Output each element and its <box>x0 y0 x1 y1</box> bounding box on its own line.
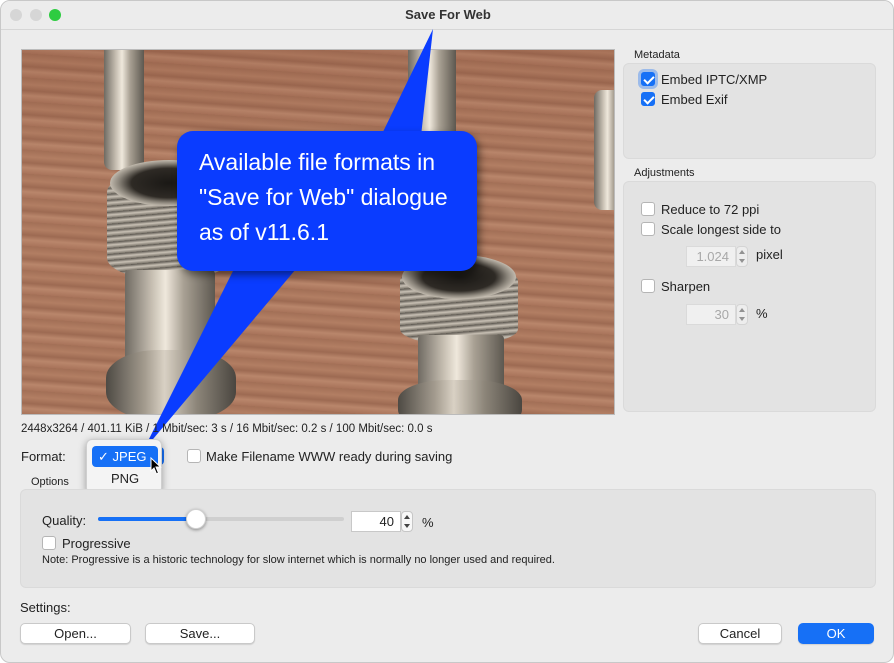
scale-pixel-input[interactable]: 1.024 <box>686 246 736 267</box>
pipe-base <box>398 380 522 414</box>
format-option-jpeg[interactable]: ✓ JPEG <box>92 446 158 467</box>
reduce-72ppi-label: Reduce to 72 ppi <box>661 202 760 217</box>
reduce-72ppi-checkbox[interactable] <box>641 202 655 216</box>
open-settings-button[interactable]: Open... <box>20 623 131 644</box>
quality-label: Quality: <box>42 513 87 528</box>
scale-longest-checkbox[interactable] <box>641 222 655 236</box>
cancel-button[interactable]: Cancel <box>698 623 782 644</box>
scale-unit: pixel <box>756 247 783 262</box>
quality-slider-fill <box>98 517 196 521</box>
progressive-checkbox[interactable] <box>42 536 56 550</box>
sharpen-label: Sharpen <box>661 279 711 294</box>
image-info: 2448x3264 / 401.11 KiB / 1 Mbit/sec: 3 s… <box>21 423 433 435</box>
quality-slider-knob[interactable] <box>186 509 206 529</box>
pointer-cursor-icon <box>150 457 162 475</box>
callout-line: "Save for Web" dialogue <box>199 184 448 210</box>
format-option-label: PNG <box>111 471 140 486</box>
scale-pixel-stepper[interactable] <box>736 246 748 267</box>
window-title: Save For Web <box>405 7 491 22</box>
quality-unit: % <box>422 515 434 530</box>
progressive-note: Note: Progressive is a historic technolo… <box>42 554 555 566</box>
www-ready-label: Make Filename WWW ready during saving <box>206 449 453 464</box>
callout-line: Available file formats in <box>199 149 436 175</box>
embed-exif-checkbox[interactable] <box>641 92 655 106</box>
pipe-base <box>106 350 236 414</box>
quality-stepper[interactable] <box>401 511 413 532</box>
pipe-body <box>125 270 215 360</box>
annotation-callout: Available file formats in "Save for Web"… <box>177 131 477 271</box>
format-option-label: JPEG <box>112 449 147 464</box>
format-label: Format: <box>21 449 66 464</box>
quality-input[interactable]: 40 <box>351 511 401 532</box>
background-pipe <box>594 90 614 210</box>
callout-line: as of v11.6.1 <box>199 219 329 245</box>
save-for-web-dialog: Save For Web Available file formats in "… <box>0 0 894 663</box>
options-group <box>20 489 876 588</box>
www-ready-checkbox[interactable] <box>187 449 201 463</box>
format-option-png[interactable]: PNG <box>92 468 158 489</box>
sharpen-checkbox[interactable] <box>641 279 655 293</box>
title-bar: Save For Web <box>1 1 893 30</box>
sharpen-unit: % <box>756 306 768 321</box>
ok-button[interactable]: OK <box>798 623 874 644</box>
progressive-label: Progressive <box>62 536 131 551</box>
adjustments-title: Adjustments <box>634 167 695 179</box>
settings-label: Settings: <box>20 600 71 615</box>
embed-exif-label: Embed Exif <box>661 92 728 107</box>
embed-iptc-label: Embed IPTC/XMP <box>661 72 768 87</box>
scale-longest-label: Scale longest side to <box>661 222 781 237</box>
options-title: Options <box>31 476 69 488</box>
sharpen-stepper[interactable] <box>736 304 748 325</box>
quality-slider-track[interactable] <box>98 517 344 521</box>
embed-iptc-checkbox[interactable] <box>641 72 655 86</box>
sharpen-input[interactable]: 30 <box>686 304 736 325</box>
metadata-title: Metadata <box>634 49 680 61</box>
save-settings-button[interactable]: Save... <box>145 623 255 644</box>
background-pipe <box>104 50 144 170</box>
checkmark-icon: ✓ <box>98 449 109 464</box>
